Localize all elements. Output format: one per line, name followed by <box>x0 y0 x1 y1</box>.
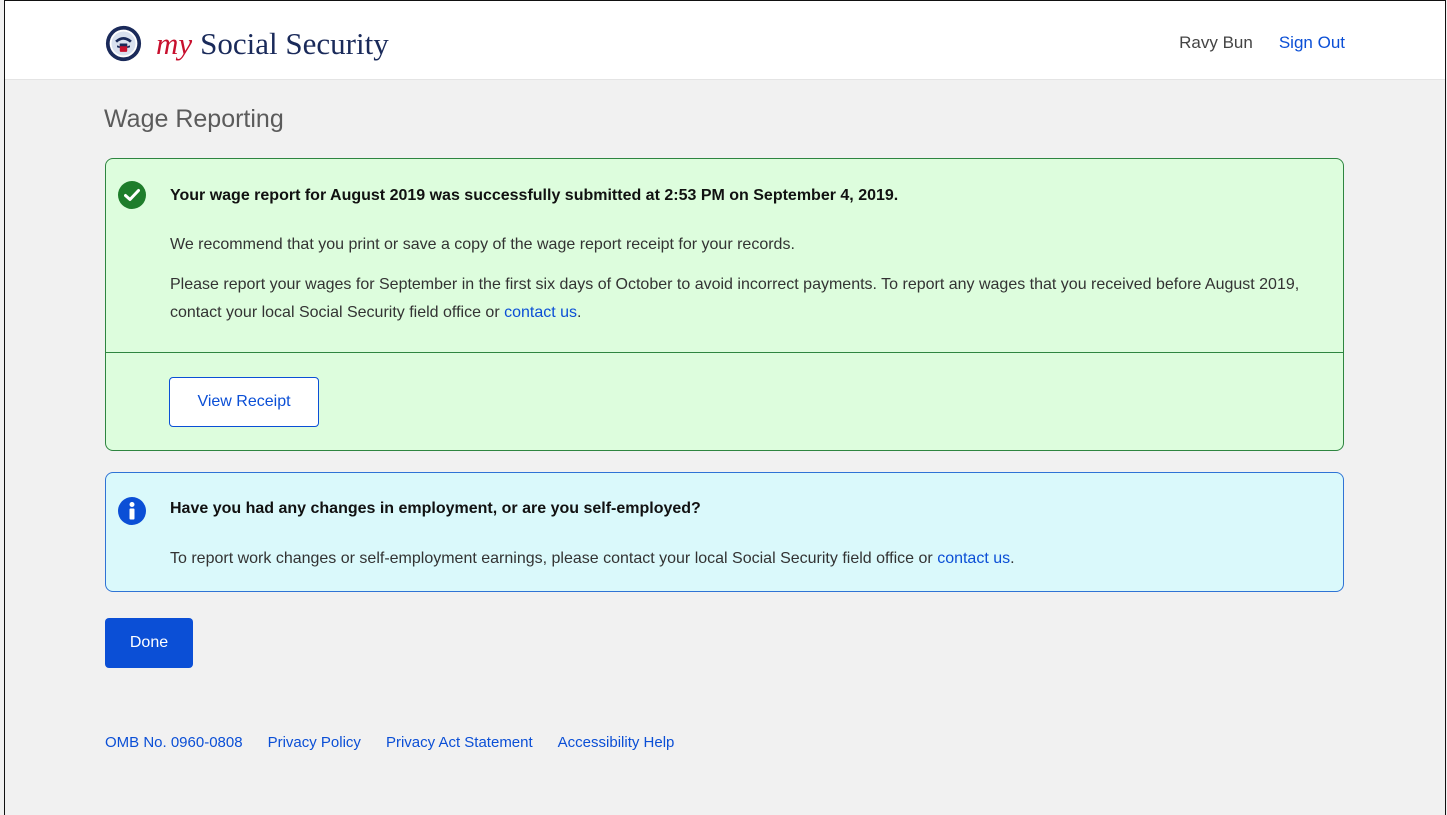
info-heading: Have you had any changes in employment, … <box>170 500 701 517</box>
success-divider <box>106 352 1343 353</box>
sign-out-link[interactable]: Sign Out <box>1279 33 1345 53</box>
info-paragraph-end: . <box>1010 550 1015 567</box>
footer-link-privacy-act[interactable]: Privacy Act Statement <box>386 734 533 751</box>
footer-link-accessibility[interactable]: Accessibility Help <box>558 734 675 751</box>
footer-links: OMB No. 0960-0808 Privacy Policy Privacy… <box>105 734 674 751</box>
check-circle-icon <box>118 181 146 209</box>
info-contact-us-link[interactable]: contact us <box>937 550 1010 567</box>
brand-my: my <box>156 26 193 61</box>
info-paragraph: To report work changes or self-employmen… <box>170 545 1320 573</box>
page-title: Wage Reporting <box>104 105 284 133</box>
success-heading: Your wage report for August 2019 was suc… <box>170 187 899 204</box>
footer-link-omb[interactable]: OMB No. 0960-0808 <box>105 734 243 751</box>
page-frame: my Social Security Ravy Bun Sign Out Wage… <box>4 0 1446 815</box>
site-logo[interactable]: my Social Security <box>105 25 389 62</box>
done-button[interactable]: Done <box>105 618 193 668</box>
brand-social-security: Social Security <box>200 26 389 61</box>
view-receipt-button[interactable]: View Receipt <box>169 377 319 427</box>
user-name: Ravy Bun <box>1179 33 1253 52</box>
success-paragraph-2: Please report your wages for September i… <box>170 271 1320 327</box>
success-alert: Your wage report for August 2019 was suc… <box>105 158 1344 451</box>
brand-name: my Social Security <box>156 25 389 62</box>
footer-link-privacy-policy[interactable]: Privacy Policy <box>268 734 361 751</box>
success-paragraph-1: We recommend that you print or save a co… <box>170 236 795 253</box>
success-paragraph-2-end: . <box>577 304 582 321</box>
contact-us-link[interactable]: contact us <box>504 304 577 321</box>
info-alert: Have you had any changes in employment, … <box>105 472 1344 592</box>
top-header: my Social Security Ravy Bun Sign Out <box>5 1 1445 80</box>
info-circle-icon <box>118 497 146 525</box>
info-paragraph-text: To report work changes or self-employmen… <box>170 550 938 567</box>
success-paragraph-2-text: Please report your wages for September i… <box>170 276 1300 321</box>
ssa-seal-icon <box>105 25 142 62</box>
user-area: Ravy Bun Sign Out <box>1179 33 1345 53</box>
